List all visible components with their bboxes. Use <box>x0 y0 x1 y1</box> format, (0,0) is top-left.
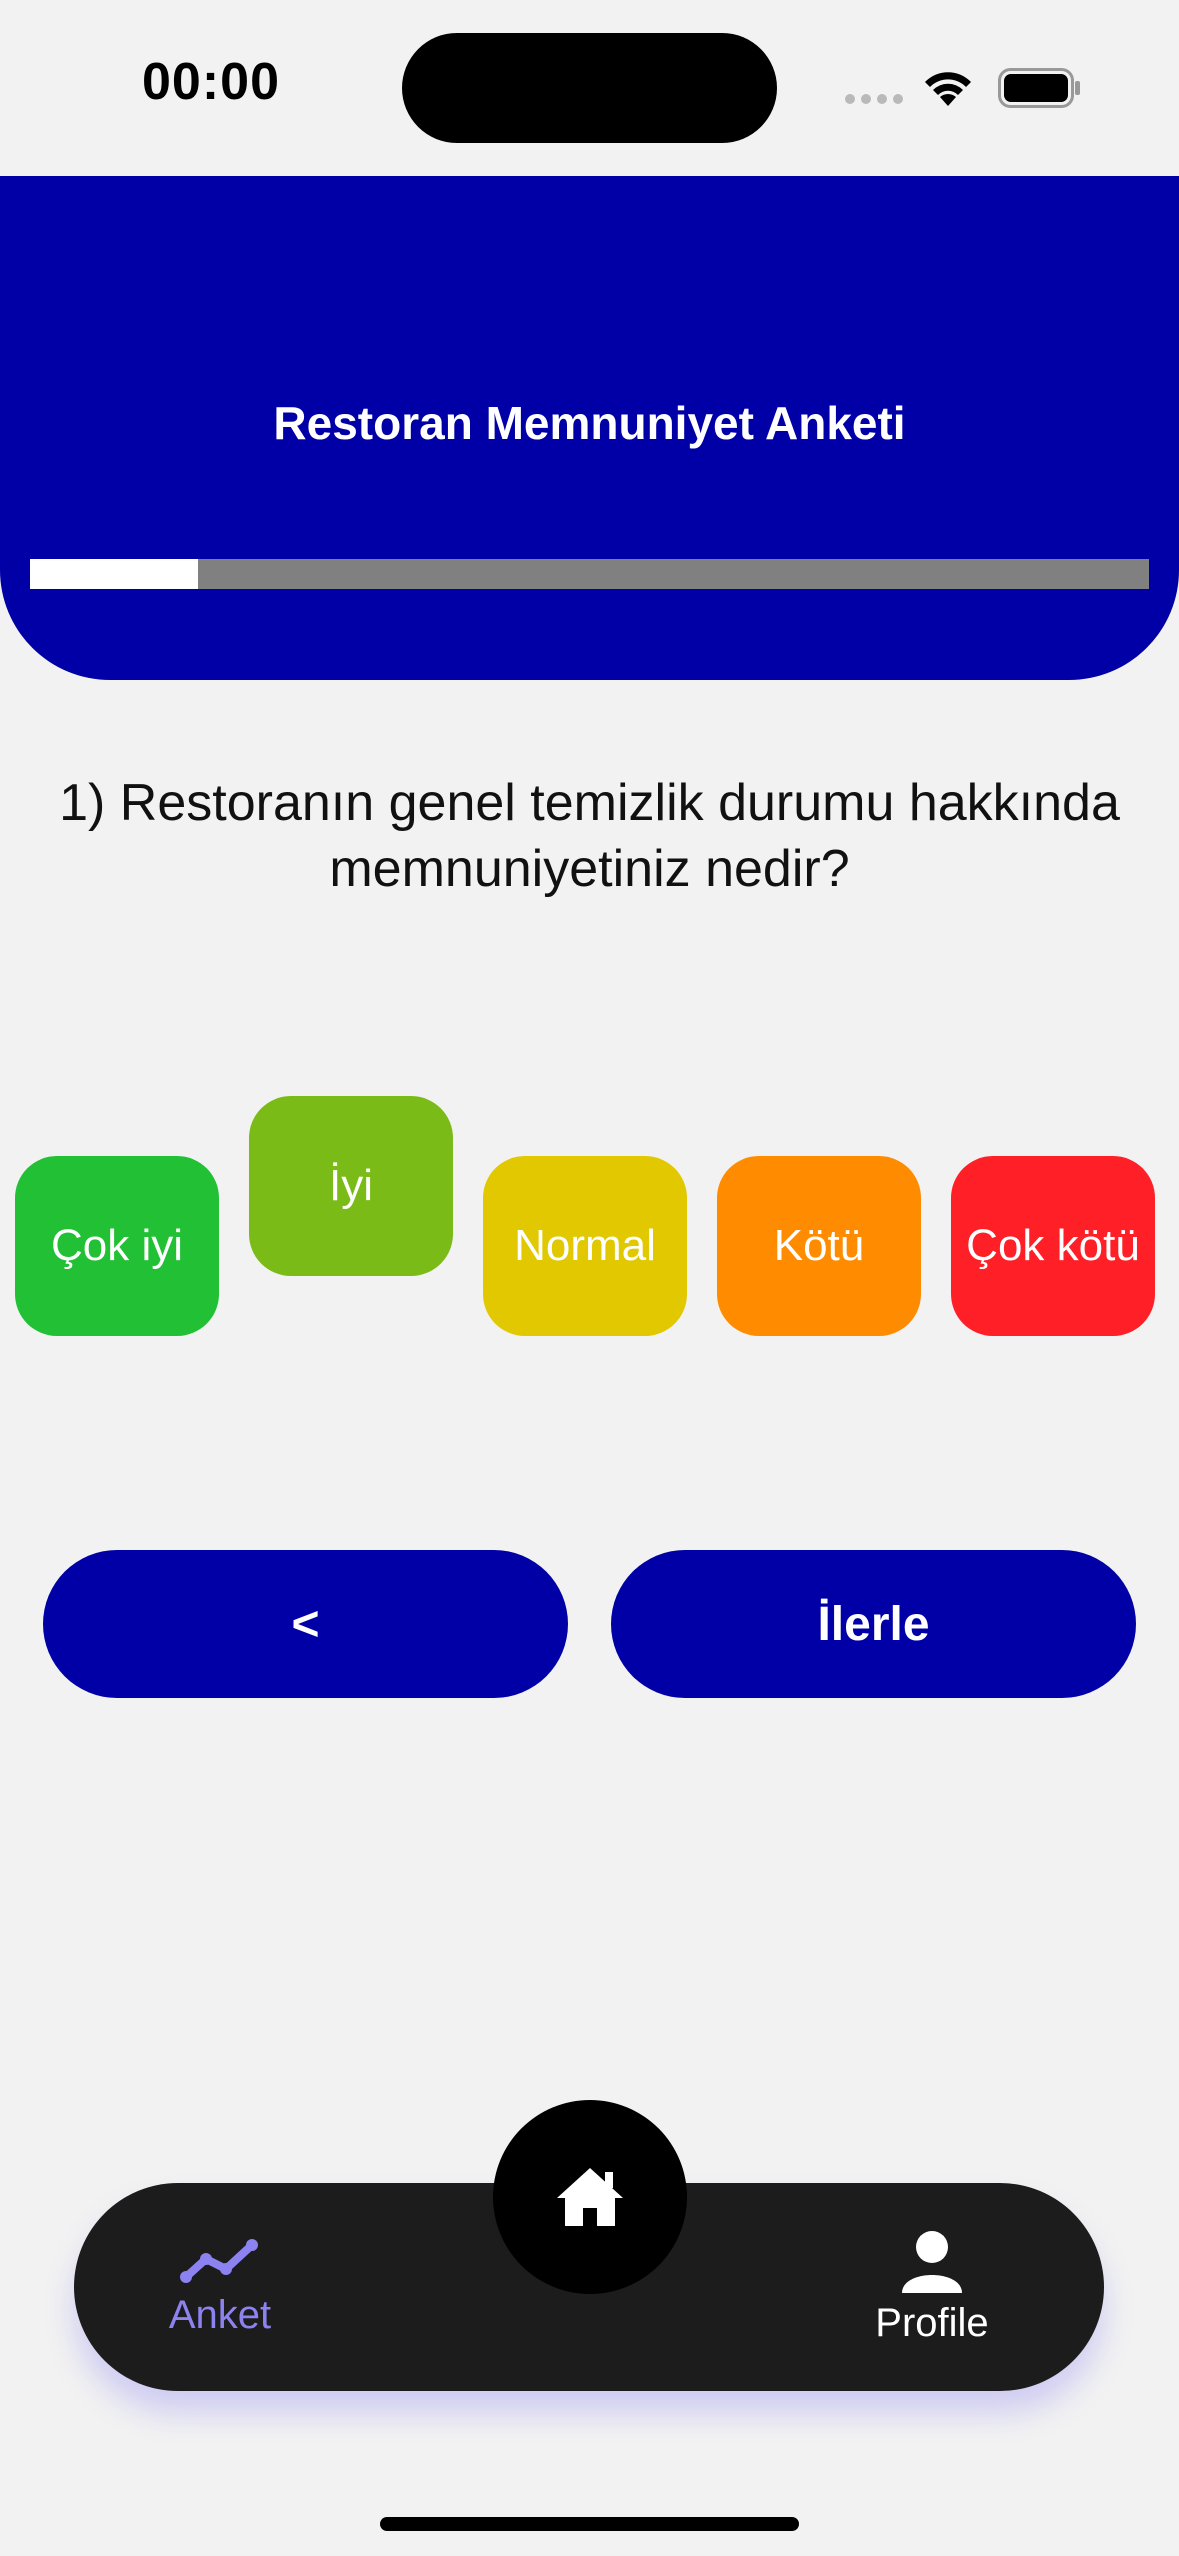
home-icon <box>557 2168 623 2226</box>
page-title: Restoran Memnuniyet Anketi <box>273 397 906 449</box>
battery-icon <box>998 68 1080 108</box>
cellular-signal-icon <box>845 94 903 104</box>
tab-anket[interactable]: Anket <box>110 2183 330 2391</box>
next-button[interactable]: İlerle <box>611 1550 1136 1698</box>
person-icon <box>902 2230 962 2293</box>
chart-line-icon <box>180 2238 258 2283</box>
home-indicator <box>380 2517 799 2531</box>
progress-bar <box>30 559 1149 589</box>
question-text: 1) Restoranın genel temizlik durumu hakk… <box>59 774 1120 898</box>
tab-label-anket: Anket <box>168 2292 272 2337</box>
rating-option[interactable]: İyi <box>249 1096 453 1276</box>
status-time: 00:00 <box>142 53 280 111</box>
survey-header: Restoran Memnuniyet Anketi <box>0 176 1179 680</box>
rating-option[interactable]: Çok kötü <box>951 1156 1155 1336</box>
back-button[interactable]: < <box>43 1550 568 1698</box>
home-button[interactable] <box>493 2100 687 2294</box>
rating-option[interactable]: Normal <box>483 1156 687 1336</box>
tab-label-profile: Profile <box>875 2300 989 2345</box>
dynamic-island <box>402 33 777 143</box>
tab-profile[interactable]: Profile <box>822 2183 1042 2391</box>
wifi-icon <box>925 72 971 106</box>
status-bar: 00:00 <box>0 0 1179 176</box>
rating-option[interactable]: Çok iyi <box>15 1156 219 1336</box>
progress-bar-fill <box>30 559 198 589</box>
rating-option[interactable]: Kötü <box>717 1156 921 1336</box>
